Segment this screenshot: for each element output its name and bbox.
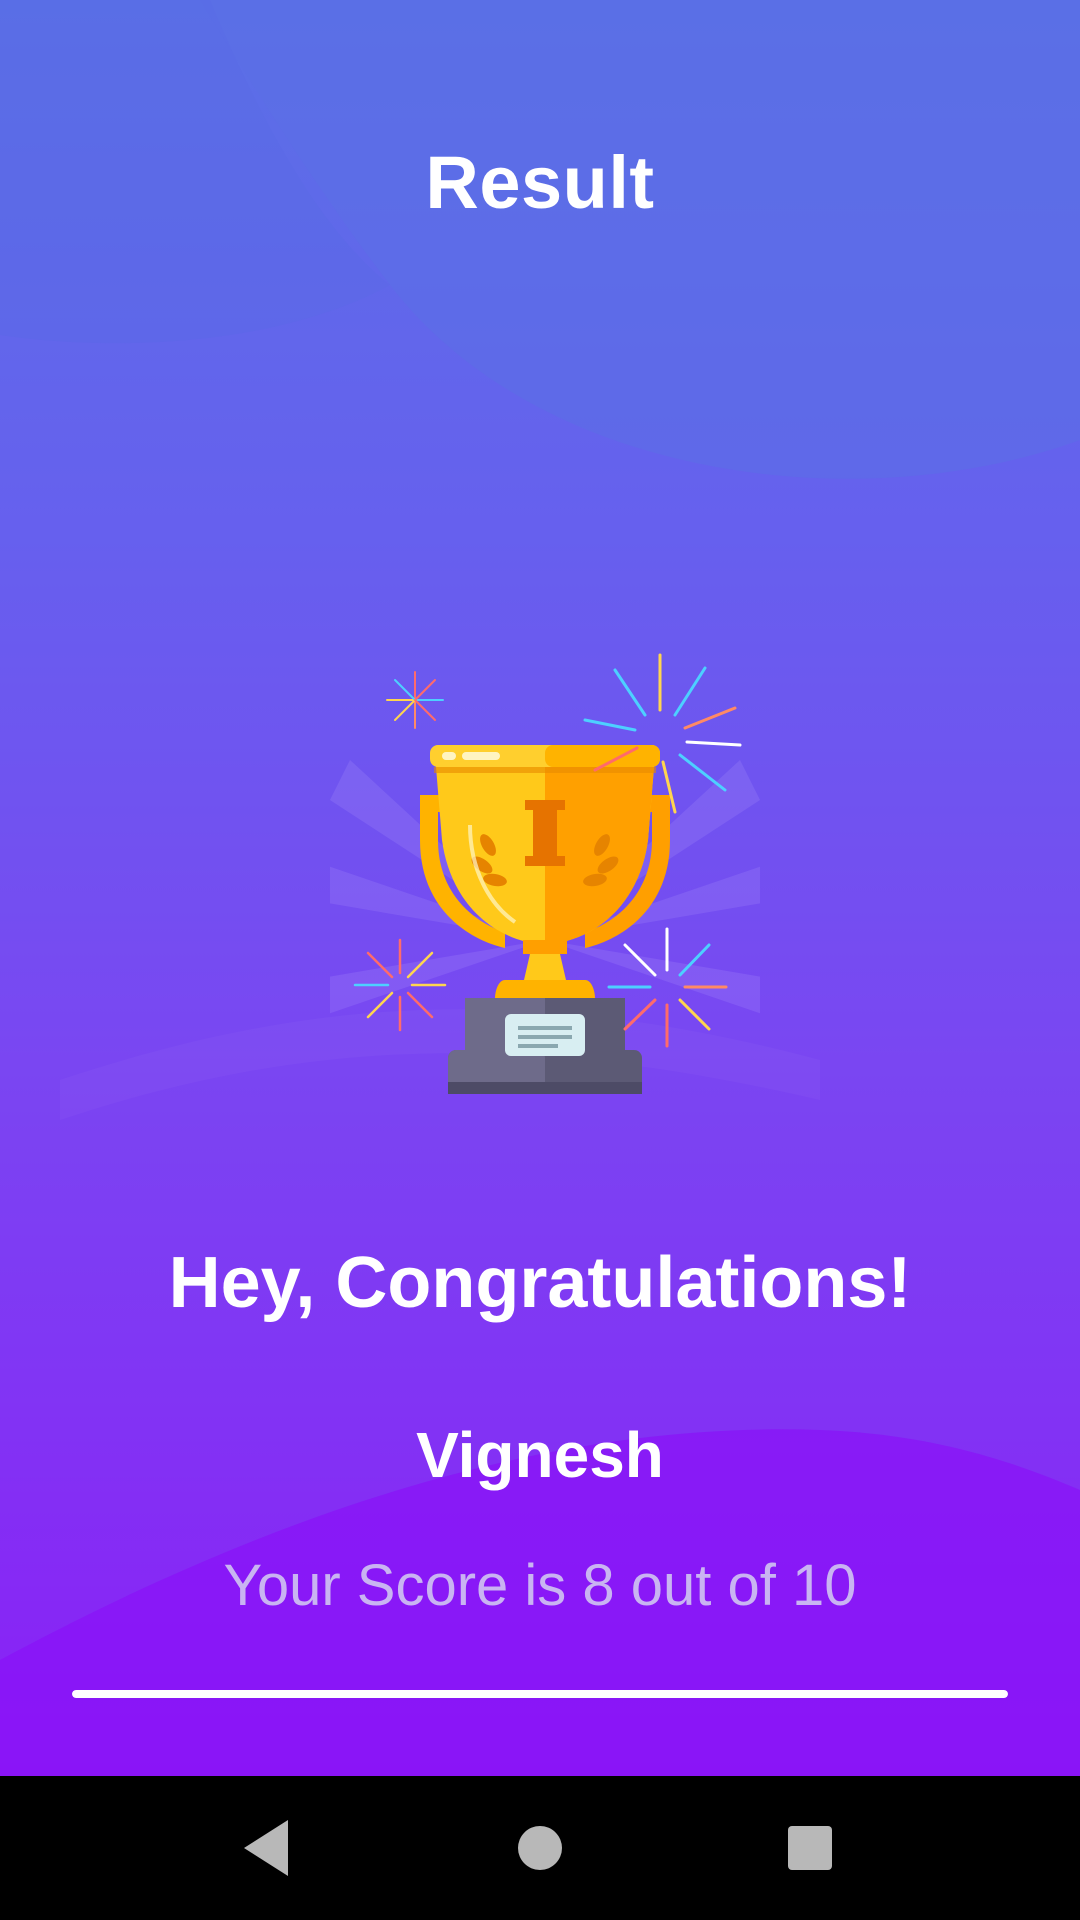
- page-title: Result: [425, 141, 655, 224]
- score-text: Your Score is 8 out of 10: [223, 1553, 857, 1618]
- score-progress-bar: [72, 1690, 1008, 1698]
- fireworks-icon: [583, 653, 742, 814]
- recents-square-icon[interactable]: [770, 1808, 850, 1888]
- home-circle-icon[interactable]: [500, 1808, 580, 1888]
- system-navigation-bar: [0, 1776, 1080, 1920]
- user-name: Vignesh: [416, 1419, 664, 1491]
- score-progress-fill: [72, 1690, 1008, 1698]
- fireworks-icon: [386, 671, 444, 729]
- back-triangle-icon[interactable]: [226, 1808, 306, 1888]
- fireworks-icon: [607, 927, 728, 1048]
- result-screen: Result Hey, Congratulations! Vignesh You…: [0, 0, 1080, 1776]
- fireworks-icon: [353, 938, 447, 1032]
- congratulations-heading: Hey, Congratulations!: [168, 1243, 912, 1323]
